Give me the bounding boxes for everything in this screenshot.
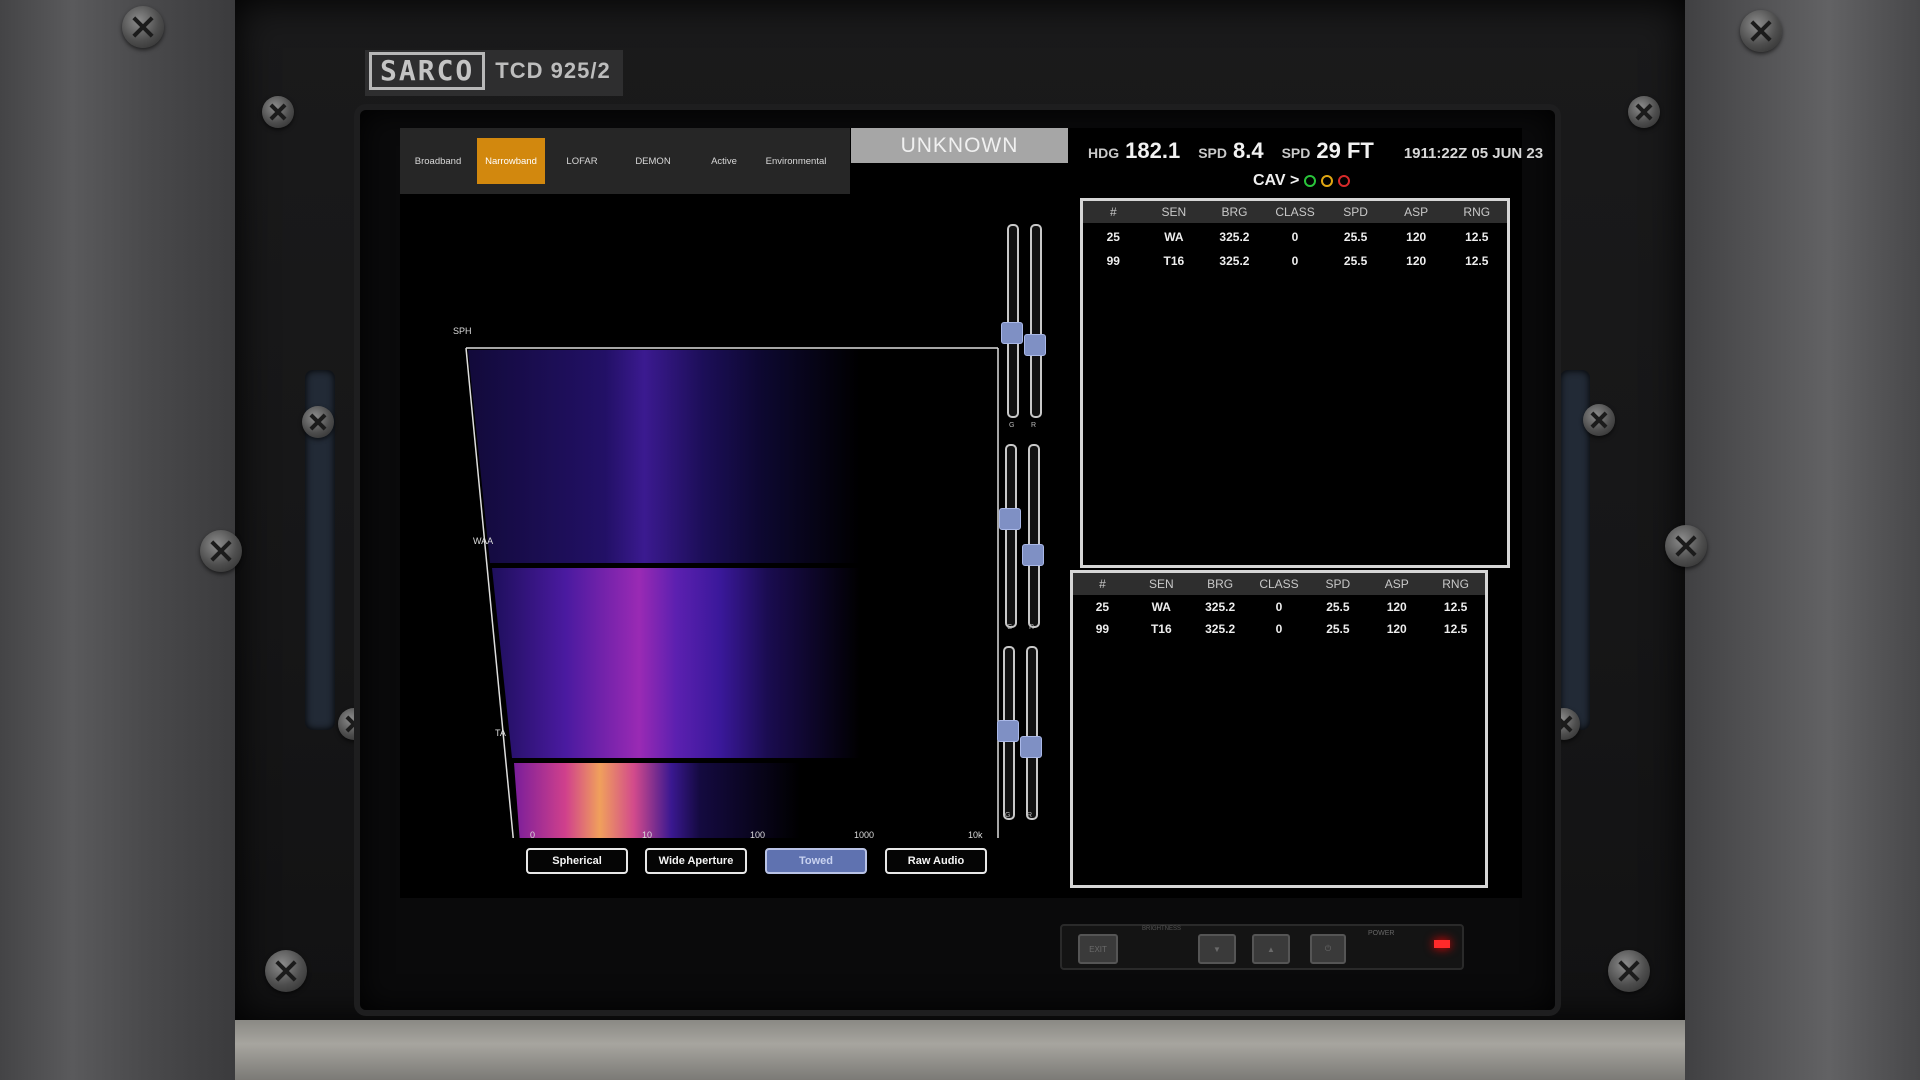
cavitation-indicator: CAV > (1253, 172, 1351, 190)
depth-value: 29 FT (1316, 138, 1374, 163)
ownship-status: HDG 182.1 SPD 8.4 SPD 29 FT 1911:22Z 05 … (1088, 138, 1543, 164)
table-row[interactable]: 25 WA 325.2 0 25.5 120 12.5 (1073, 595, 1485, 619)
range-slider-knob[interactable] (1024, 334, 1046, 356)
towed-array-button[interactable]: Towed (765, 848, 867, 874)
contact-classification: UNKNOWN (851, 128, 1068, 163)
screw-icon (1583, 404, 1615, 436)
screw-icon (122, 6, 164, 48)
band-label-ta: TA (495, 728, 506, 738)
table-row[interactable]: 99 T16 325.2 0 25.5 120 12.5 (1083, 249, 1507, 273)
band-label-sph: SPH (453, 326, 472, 336)
depth-label: SPD (1281, 145, 1311, 161)
range-slider[interactable] (1030, 224, 1042, 418)
screw-icon (302, 406, 334, 438)
power-button[interactable]: ⏻ (1310, 934, 1346, 964)
range-slider-knob[interactable] (1022, 544, 1044, 566)
tab-demon[interactable]: DEMON (619, 138, 687, 184)
sonar-screen: Broadband Narrowband LOFAR DEMON Active … (400, 128, 1543, 898)
power-label: POWER (1368, 930, 1395, 937)
cav-green-icon (1304, 175, 1317, 187)
slider-caption: R (1027, 812, 1033, 819)
cav-amber-icon (1321, 175, 1334, 187)
tab-environmental[interactable]: Environmental (762, 138, 830, 184)
gain-slider-knob[interactable] (999, 508, 1021, 530)
range-slider[interactable] (1028, 444, 1040, 628)
speed-label: SPD (1198, 145, 1227, 161)
monitor-controls: EXIT BRIGHTNESS ▼ ▲ ⏻ POWER (1060, 924, 1464, 970)
spectrogram-plot (465, 347, 999, 838)
power-led (1434, 940, 1450, 948)
gain-slider-knob[interactable] (997, 720, 1019, 742)
tab-narrowband[interactable]: Narrowband (477, 138, 545, 184)
up-button[interactable]: ▲ (1252, 934, 1290, 964)
power-icon: ⏻ (1324, 944, 1332, 953)
brand-logo: SARCO (369, 52, 486, 90)
screw-icon (1665, 525, 1707, 567)
gain-slider[interactable] (1007, 224, 1019, 418)
slider-caption: G (1007, 624, 1013, 631)
table-row[interactable]: 99 T16 325.2 0 25.5 120 12.5 (1073, 617, 1485, 641)
tracks-table-top: # SEN BRG CLASS SPD ASP RNG 25 WA 325.2 … (1080, 198, 1510, 568)
table-header: # SEN BRG CLASS SPD ASP RNG (1083, 201, 1507, 223)
tab-active[interactable]: Active (690, 138, 758, 184)
screw-icon (265, 950, 307, 992)
screw-icon (1628, 96, 1660, 128)
mode-tabs: Broadband Narrowband LOFAR DEMON Active … (400, 128, 850, 194)
gain-slider-knob[interactable] (1001, 322, 1023, 344)
range-slider-knob[interactable] (1020, 736, 1042, 758)
slider-caption: R (1031, 422, 1037, 429)
heading-value: 182.1 (1125, 138, 1181, 163)
cav-red-icon (1338, 175, 1351, 187)
brightness-label: BRIGHTNESS (1142, 926, 1182, 932)
slider-caption: R (1029, 624, 1035, 631)
screw-icon (1608, 950, 1650, 992)
x-tick: 10k (968, 830, 983, 840)
clock: 1911:22Z 05 JUN 23 (1403, 145, 1544, 162)
wide-aperture-button[interactable]: Wide Aperture (645, 848, 747, 874)
tab-lofar[interactable]: LOFAR (548, 138, 616, 184)
gain-slider[interactable] (1005, 444, 1017, 628)
screw-icon (262, 96, 294, 128)
x-tick: 100 (750, 830, 766, 840)
table-row[interactable]: 25 WA 325.2 0 25.5 120 12.5 (1083, 225, 1507, 249)
exit-button[interactable]: EXIT (1078, 934, 1118, 964)
console-bottom-panel (235, 1020, 1685, 1080)
x-tick: 0 (530, 830, 536, 840)
brand-plate: SARCO TCD 925/2 (365, 50, 623, 96)
table-header: # SEN BRG CLASS SPD ASP RNG (1073, 573, 1485, 595)
spectrogram-band-ta (514, 763, 800, 838)
x-tick: 10 (642, 830, 653, 840)
spherical-array-button[interactable]: Spherical (526, 848, 628, 874)
tab-broadband[interactable]: Broadband (404, 138, 472, 184)
speed-value: 8.4 (1232, 138, 1264, 163)
slider-caption: G (1005, 812, 1011, 819)
heading-label: HDG (1088, 145, 1120, 161)
model-number: TCD 925/2 (495, 58, 611, 83)
x-tick: 1000 (854, 830, 875, 840)
range-slider[interactable] (1026, 646, 1038, 820)
tracks-table-bottom: # SEN BRG CLASS SPD ASP RNG 25 WA 325.2 … (1070, 570, 1488, 888)
slider-caption: G (1009, 422, 1015, 429)
raw-audio-button[interactable]: Raw Audio (885, 848, 987, 874)
screw-icon (200, 530, 242, 572)
cav-label: CAV > (1253, 172, 1300, 189)
spectrogram-band-sph (468, 350, 860, 563)
band-label-waa: WAA (473, 536, 494, 546)
down-button[interactable]: ▼ (1198, 934, 1236, 964)
spectrogram-band-waa (492, 568, 860, 758)
screw-icon (1740, 10, 1782, 52)
